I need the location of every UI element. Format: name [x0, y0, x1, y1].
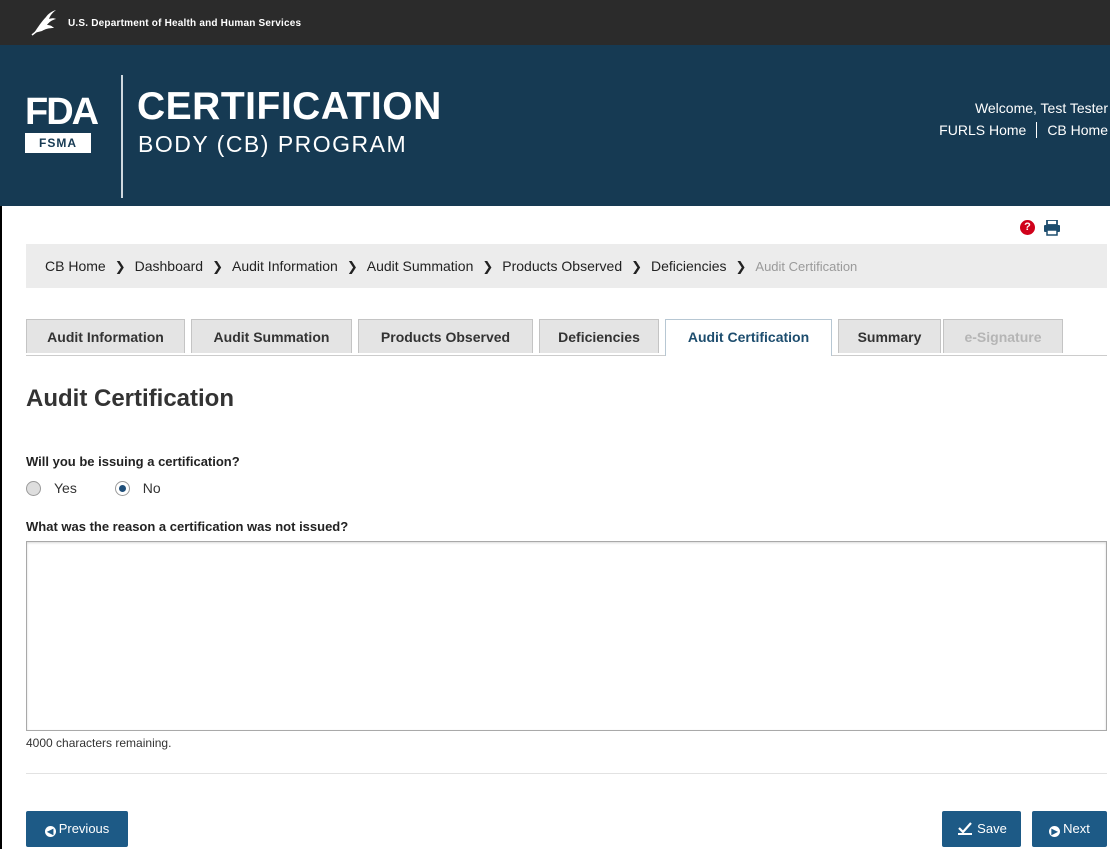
breadcrumb-deficiencies[interactable]: Deficiencies: [651, 258, 726, 274]
chevron-right-icon: ❯: [346, 259, 358, 274]
chevron-right-icon: ❯: [212, 259, 223, 274]
banner-title-line1: CERTIFICATION: [137, 85, 442, 128]
chevron-right-icon: ❯: [114, 259, 126, 274]
banner-divider: [121, 75, 123, 198]
hhs-title: U.S. Department of Health and Human Serv…: [68, 18, 302, 29]
chevron-right-icon: ❯: [631, 259, 643, 274]
reason-textarea[interactable]: [26, 541, 1107, 731]
radio-no[interactable]: No: [114, 480, 161, 496]
page-title: Audit Certification: [26, 385, 234, 412]
hhs-eagle-icon: [31, 10, 56, 36]
breadcrumb-dashboard[interactable]: Dashboard: [135, 258, 204, 274]
top-links: FURLS Home CB Home: [939, 122, 1108, 138]
issuing-certification-radio-group: Yes No: [26, 480, 195, 496]
breadcrumb-audit-summation[interactable]: Audit Summation: [367, 258, 474, 274]
radio-yes-button[interactable]: [26, 481, 41, 496]
tab-e-signature: e-Signature: [943, 319, 1063, 353]
furls-home-link[interactable]: FURLS Home: [939, 122, 1026, 138]
radio-no-label: No: [142, 480, 161, 496]
chevron-right-icon: ❯: [482, 259, 494, 274]
breadcrumb-audit-information[interactable]: Audit Information: [232, 258, 338, 274]
tab-audit-summation[interactable]: Audit Summation: [191, 319, 352, 353]
characters-remaining: 4000 characters remaining.: [26, 736, 172, 750]
radio-yes-label: Yes: [54, 480, 77, 496]
divider: [26, 773, 1107, 774]
tab-products-observed[interactable]: Products Observed: [358, 319, 533, 353]
circle-chevron-left-icon: ◀: [44, 826, 56, 837]
issuing-certification-question: Will you be issuing a certification?: [26, 454, 240, 469]
tab-summary[interactable]: Summary: [838, 319, 941, 353]
cb-home-link[interactable]: CB Home: [1047, 122, 1108, 138]
save-button-label: Save: [977, 821, 1007, 836]
previous-button-label: Previous: [58, 821, 110, 836]
radio-yes[interactable]: Yes: [26, 480, 77, 496]
tab-deficiencies[interactable]: Deficiencies: [539, 319, 659, 353]
circle-chevron-right-icon: ▶: [1049, 826, 1061, 837]
breadcrumb-current: Audit Certification: [755, 259, 858, 274]
chevron-right-icon: ❯: [735, 259, 747, 274]
help-icon[interactable]: ?: [1020, 220, 1035, 235]
hhs-header-bar: U.S. Department of Health and Human Serv…: [0, 0, 1110, 45]
next-button-label: Next: [1063, 821, 1090, 836]
fsma-logo-text: FSMA: [25, 133, 91, 153]
reason-question: What was the reason a certification was …: [26, 519, 349, 534]
next-button[interactable]: ▶ Next: [1032, 811, 1107, 847]
link-separator: [1036, 122, 1038, 138]
breadcrumb: CB Home ❯ Dashboard ❯ Audit Information ❯ Audi…: [26, 244, 1107, 288]
fda-logo-text: FDA: [25, 91, 99, 133]
check-save-icon: [958, 822, 973, 835]
breadcrumb-products-observed[interactable]: Products Observed: [502, 258, 622, 274]
radio-no-button[interactable]: [114, 481, 130, 496]
print-icon[interactable]: [1043, 220, 1061, 236]
welcome-text: Welcome, Test Tester: [974, 100, 1108, 116]
tab-audit-certification[interactable]: Audit Certification: [665, 319, 832, 356]
banner-title-line2: BODY (CB) PROGRAM: [138, 131, 408, 157]
save-button[interactable]: Save: [942, 811, 1021, 847]
fda-fsma-logo: FDA FSMA: [25, 91, 99, 155]
tab-audit-information[interactable]: Audit Information: [26, 319, 185, 353]
breadcrumb-cb-home[interactable]: CB Home: [45, 258, 106, 274]
previous-button[interactable]: ◀ Previous: [26, 811, 128, 847]
tab-bar: Audit Information Audit Summation Produc…: [26, 319, 1107, 356]
program-banner: FDA FSMA CERTIFICATION BODY (CB) PROGRAM…: [0, 45, 1110, 206]
